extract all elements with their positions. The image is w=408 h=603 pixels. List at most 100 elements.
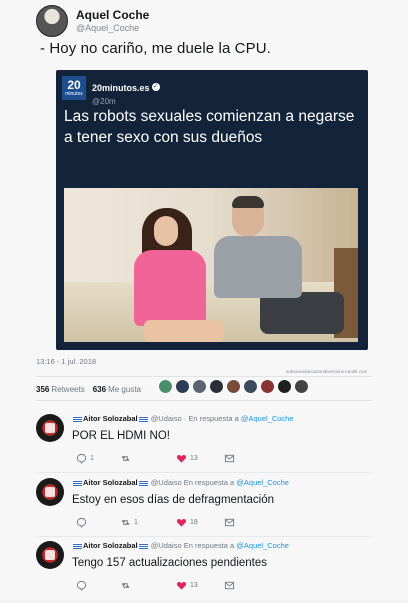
reply-count: 1 [90,455,94,462]
source-logo-word: minutos [65,91,83,97]
photo-doll-dress [134,250,206,326]
photo-doll-face [154,216,178,246]
liker-avatar[interactable] [260,379,275,394]
heart-icon [176,582,187,590]
envelope-icon [224,581,235,590]
reply-avatar[interactable] [36,541,64,569]
source-logo-number: 20 [67,78,81,92]
flag-icon [73,416,82,423]
like-count: 13 [190,455,198,462]
card-photo[interactable] [64,188,358,342]
reply-icon [76,580,87,591]
reply-icon [76,517,87,528]
heart-icon [176,519,187,527]
photo-wall [64,188,358,288]
divider [36,536,372,537]
like-button[interactable]: 18 [176,517,198,528]
card-headline: Las robots sexuales comienzan a negarse … [64,108,355,146]
source-name[interactable]: 20minutos.es [92,83,150,93]
photo-man-pants [260,292,344,334]
liker-avatar[interactable] [243,379,258,394]
reply-to-link[interactable]: @Aquel_Coche [236,541,289,550]
reply-avatar[interactable] [36,478,64,506]
likes-label[interactable]: Me gusta [108,385,141,394]
retweet-icon [121,583,130,588]
reply-to-link[interactable]: @Aquel_Coche [241,414,294,423]
reply-icon [76,453,87,464]
liker-avatar[interactable] [294,379,309,394]
retweets-count[interactable]: 356 [36,385,49,394]
retweet-button[interactable] [120,453,134,464]
reply-context-label: · En respuesta a [183,414,239,423]
author-display-name[interactable]: Aquel Coche [76,8,149,23]
flag-icon [73,543,82,550]
liker-avatar[interactable] [277,379,292,394]
like-button[interactable]: 13 [176,580,198,591]
source-info: 20minutos.es ✓ @20m [92,77,160,107]
flag-icon [73,480,82,487]
message-button[interactable] [224,453,235,464]
envelope-icon [224,518,235,527]
tweet-timestamp[interactable]: 13:16 - 1 jul. 2018 [36,357,96,366]
heart-icon [176,455,187,463]
flag-icon [138,543,148,550]
reply-context-label: En respuesta a [183,478,235,487]
reply-header: Aitor Solozabal @Udaiso · En respuesta a… [72,414,294,423]
tweet-stats: 356 Retweets 636 Me gusta [36,385,141,394]
liker-avatar[interactable] [175,379,190,394]
tweet-header: Aquel Coche @Aquel_Coche [36,3,149,39]
reply-tweet[interactable]: Aitor Solozabal @Udaiso En respuesta a @… [36,476,372,540]
message-button[interactable] [224,580,235,591]
like-count: 13 [190,582,198,589]
likes-count[interactable]: 636 [93,385,106,394]
message-button[interactable] [224,517,235,528]
reply-author-handle[interactable]: @Udaiso [151,478,182,487]
reply-header: Aitor Solozabal @Udaiso En respuesta a @… [72,478,289,487]
reply-header: Aitor Solozabal @Udaiso En respuesta a @… [72,541,289,550]
verified-icon: ✓ [151,82,160,91]
liker-avatar[interactable] [158,379,173,394]
liker-avatars [158,379,311,394]
like-button[interactable]: 13 [176,453,198,464]
author-avatar[interactable] [36,5,68,37]
reply-button[interactable] [76,580,90,591]
reply-button[interactable] [76,517,90,528]
divider [36,400,372,401]
liker-avatar[interactable] [209,379,224,394]
reply-tweet[interactable]: Aitor Solozabal @Udaiso · En respuesta a… [36,412,372,476]
author-handle[interactable]: @Aquel_Coche [76,23,149,33]
reply-author-name[interactable]: Aitor Solozabal [83,541,138,550]
reply-button[interactable]: 1 [76,453,94,464]
tweet-page: Aquel Coche @Aquel_Coche - Hoy no cariño… [0,0,408,600]
author-names: Aquel Coche @Aquel_Coche [76,8,149,33]
photo-man-hair [232,196,264,208]
retweet-icon [121,520,130,525]
flag-icon [138,416,148,423]
liker-avatar[interactable] [192,379,207,394]
reply-context-label: En respuesta a [183,541,235,550]
envelope-icon [224,454,235,463]
reply-avatar[interactable] [36,414,64,442]
watermark-credit: sebanavidancastrudiversions.tumblr.com [286,369,368,374]
retweet-button[interactable]: 1 [120,517,138,528]
photo-doll-legs [144,320,224,342]
retweet-button[interactable] [120,580,134,591]
reply-actions: 1 18 [76,517,256,531]
divider [36,472,372,473]
like-count: 18 [190,519,198,526]
reply-tweet[interactable]: Aitor Solozabal @Udaiso En respuesta a @… [36,539,372,603]
flag-icon [138,480,148,487]
divider [36,376,372,377]
liker-avatar[interactable] [226,379,241,394]
reply-author-name[interactable]: Aitor Solozabal [83,414,138,423]
reply-text: Tengo 157 actualizaciones pendientes [72,557,268,569]
reply-text: Estoy en esos días de defragmentación [72,494,275,506]
retweets-label[interactable]: Retweets [51,385,84,394]
reply-author-handle[interactable]: @Udaiso [151,414,182,423]
reply-actions: 1 13 [76,453,256,467]
reply-author-name[interactable]: Aitor Solozabal [83,478,138,487]
photo-man-shirt [214,236,302,298]
quoted-tweet-card[interactable]: 20 minutos 20minutos.es ✓ @20m Las robots… [56,70,368,350]
reply-author-handle[interactable]: @Udaiso [151,541,182,550]
reply-to-link[interactable]: @Aquel_Coche [236,478,289,487]
